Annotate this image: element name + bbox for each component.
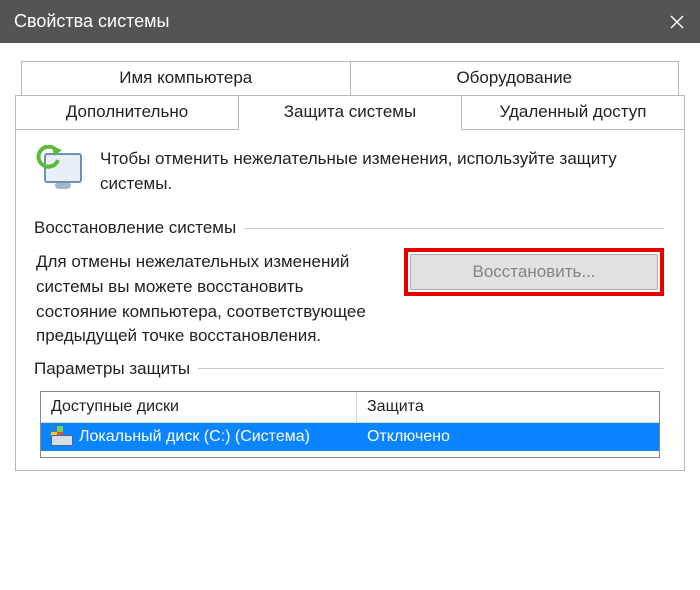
drive-table-body: Локальный диск (C:) (Система) Отключено	[41, 423, 659, 457]
protection-cell: Отключено	[357, 426, 659, 448]
table-row[interactable]: Локальный диск (C:) (Система) Отключено	[41, 423, 659, 451]
close-button[interactable]	[654, 0, 700, 43]
tab-content: Чтобы отменить нежелательные изменения, …	[15, 129, 685, 471]
tab-label: Защита системы	[284, 102, 416, 121]
drive-name: Локальный диск (C:) (Система)	[79, 428, 310, 446]
tab-advanced[interactable]: Дополнительно	[15, 95, 239, 130]
section-header-restore: Восстановление системы	[34, 218, 664, 238]
drive-table: Доступные диски Защита Локальный диск (C…	[40, 391, 660, 458]
system-protection-icon	[36, 145, 86, 193]
section-title: Параметры защиты	[34, 359, 198, 379]
window-title: Свойства системы	[14, 11, 654, 32]
restore-button[interactable]: Восстановить...	[410, 254, 658, 290]
tab-label: Имя компьютера	[119, 68, 252, 87]
tab-system-protection[interactable]: Защита системы	[239, 95, 462, 130]
section-header-protection: Параметры защиты	[34, 359, 664, 379]
tab-computer-name[interactable]: Имя компьютера	[21, 61, 351, 95]
tabstrip: Имя компьютера Оборудование Дополнительн…	[15, 61, 685, 130]
tab-label: Оборудование	[456, 68, 572, 87]
protection-status: Отключено	[367, 428, 450, 445]
drive-table-wrap: Доступные диски Защита Локальный диск (C…	[40, 391, 660, 458]
restore-button-highlight: Восстановить...	[404, 248, 664, 296]
divider	[198, 368, 664, 369]
divider	[244, 228, 664, 229]
drive-icon	[51, 428, 73, 446]
window-body: Имя компьютера Оборудование Дополнительн…	[0, 43, 700, 481]
close-icon	[670, 15, 684, 29]
restore-description: Для отмены нежелательных изменений систе…	[36, 250, 388, 349]
tab-label: Дополнительно	[66, 102, 188, 121]
drive-cell: Локальный диск (C:) (Система)	[41, 426, 357, 448]
titlebar: Свойства системы	[0, 0, 700, 43]
section-title: Восстановление системы	[34, 218, 244, 238]
tab-remote[interactable]: Удаленный доступ	[462, 95, 685, 130]
intro-text: Чтобы отменить нежелательные изменения, …	[100, 145, 664, 196]
intro-row: Чтобы отменить нежелательные изменения, …	[36, 145, 664, 196]
drive-table-header: Доступные диски Защита	[41, 392, 659, 423]
restore-button-label: Восстановить...	[472, 262, 595, 282]
column-header-drive[interactable]: Доступные диски	[41, 392, 357, 423]
tab-hardware[interactable]: Оборудование	[351, 61, 680, 95]
column-header-protection[interactable]: Защита	[357, 392, 659, 423]
restore-row: Для отмены нежелательных изменений систе…	[36, 250, 664, 349]
tab-label: Удаленный доступ	[500, 102, 647, 121]
